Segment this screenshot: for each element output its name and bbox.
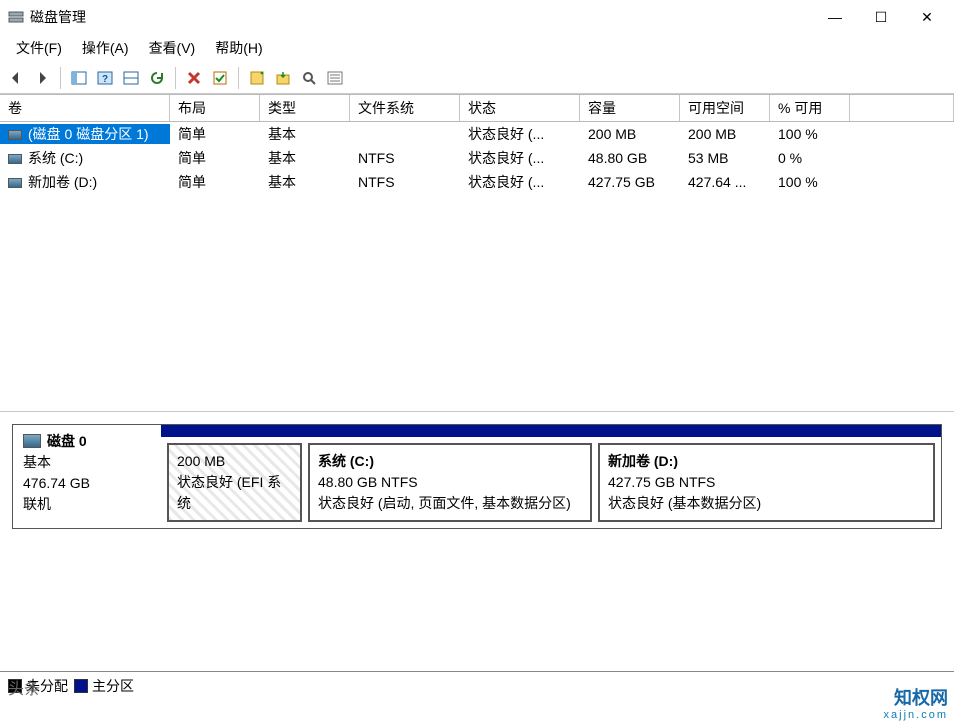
- search-button[interactable]: [297, 66, 321, 90]
- partition-name: 系统 (C:): [318, 451, 582, 472]
- td-type: 基本: [260, 124, 350, 144]
- disk-size: 476.74 GB: [23, 473, 151, 494]
- td-type: 基本: [260, 172, 350, 192]
- commit-button[interactable]: [208, 66, 232, 90]
- td-layout: 简单: [170, 148, 260, 168]
- th-free[interactable]: 可用空间: [680, 95, 770, 121]
- watermark-left: 头条: [8, 675, 40, 699]
- disk-strip: [161, 425, 941, 437]
- th-extra[interactable]: [850, 95, 954, 121]
- volume-table-body: (磁盘 0 磁盘分区 1)简单基本状态良好 (...200 MB200 MB10…: [0, 122, 954, 412]
- th-fs[interactable]: 文件系统: [350, 95, 460, 121]
- td-volume-label: 新加卷 (D:): [28, 174, 97, 190]
- window-title: 磁盘管理: [30, 7, 86, 27]
- minimize-button[interactable]: —: [812, 2, 858, 32]
- disk-label: 磁盘 0 基本 476.74 GB 联机: [13, 425, 161, 528]
- disk-kind: 基本: [23, 452, 151, 473]
- volume-table-header: 卷 布局 类型 文件系统 状态 容量 可用空间 % 可用: [0, 94, 954, 122]
- mount-button[interactable]: [271, 66, 295, 90]
- close-button[interactable]: ✕: [904, 2, 950, 32]
- table-row[interactable]: 系统 (C:) 简单基本NTFS状态良好 (...48.80 GB53 MB0 %: [0, 146, 954, 170]
- help-button[interactable]: ?: [93, 66, 117, 90]
- disk-icon: [23, 434, 41, 448]
- td-free: 53 MB: [680, 150, 770, 166]
- menu-file[interactable]: 文件(F): [6, 34, 72, 62]
- menu-action[interactable]: 操作(A): [72, 34, 139, 62]
- td-volume: 新加卷 (D:): [0, 172, 170, 192]
- properties-button[interactable]: [323, 66, 347, 90]
- volume-icon: [8, 178, 22, 188]
- menu-bar: 文件(F) 操作(A) 查看(V) 帮助(H): [0, 34, 954, 62]
- table-row[interactable]: 新加卷 (D:) 简单基本NTFS状态良好 (...427.75 GB427.64…: [0, 170, 954, 194]
- td-pctfree: 100 %: [770, 174, 850, 190]
- td-layout: 简单: [170, 124, 260, 144]
- disk-graphical-pane: 磁盘 0 基本 476.74 GB 联机 200 MB状态良好 (EFI 系统系…: [0, 412, 954, 672]
- partition-size: 48.80 GB NTFS: [318, 472, 582, 493]
- partition-info: 状态良好 (基本数据分区): [608, 493, 925, 514]
- td-capacity: 48.80 GB: [580, 150, 680, 166]
- partition-info: 状态良好 (EFI 系统: [177, 472, 292, 514]
- td-pctfree: 100 %: [770, 126, 850, 142]
- partition-size: 427.75 GB NTFS: [608, 472, 925, 493]
- toolbar: ?: [0, 62, 954, 94]
- refresh-button[interactable]: [145, 66, 169, 90]
- td-pctfree: 0 %: [770, 150, 850, 166]
- disk-state: 联机: [23, 494, 151, 515]
- disk-partitions: 200 MB状态良好 (EFI 系统系统 (C:)48.80 GB NTFS状态…: [161, 425, 941, 528]
- legend-primary: 主分区: [92, 678, 134, 694]
- show-hide-tree-button[interactable]: [67, 66, 91, 90]
- svg-text:?: ?: [102, 74, 108, 85]
- console-pane-button[interactable]: [119, 66, 143, 90]
- td-type: 基本: [260, 148, 350, 168]
- th-status[interactable]: 状态: [460, 95, 580, 121]
- menu-help[interactable]: 帮助(H): [205, 34, 272, 62]
- td-volume: 系统 (C:): [0, 148, 170, 168]
- th-capacity[interactable]: 容量: [580, 95, 680, 121]
- td-volume-label: 系统 (C:): [28, 150, 83, 166]
- forward-button[interactable]: [30, 66, 54, 90]
- toolbar-separator: [238, 67, 239, 89]
- td-status: 状态良好 (...: [460, 172, 580, 192]
- th-pctfree[interactable]: % 可用: [770, 95, 850, 121]
- volume-icon: [8, 154, 22, 164]
- new-volume-button[interactable]: [245, 66, 269, 90]
- td-status: 状态良好 (...: [460, 148, 580, 168]
- legend-swatch-primary: [74, 679, 88, 693]
- th-volume[interactable]: 卷: [0, 95, 170, 121]
- td-volume: (磁盘 0 磁盘分区 1): [0, 124, 170, 144]
- td-volume-label: (磁盘 0 磁盘分区 1): [28, 126, 149, 142]
- th-layout[interactable]: 布局: [170, 95, 260, 121]
- maximize-button[interactable]: ☐: [858, 2, 904, 32]
- watermark-right: 知权网 xajjn.com: [884, 689, 948, 721]
- app-icon: [8, 9, 24, 25]
- th-type[interactable]: 类型: [260, 95, 350, 121]
- table-row[interactable]: (磁盘 0 磁盘分区 1)简单基本状态良好 (...200 MB200 MB10…: [0, 122, 954, 146]
- watermark-right-sub: xajjn.com: [884, 709, 948, 721]
- partition[interactable]: 200 MB状态良好 (EFI 系统: [167, 443, 302, 522]
- td-fs: NTFS: [350, 150, 460, 166]
- watermark-right-main: 知权网: [884, 689, 948, 709]
- td-layout: 简单: [170, 172, 260, 192]
- td-capacity: 200 MB: [580, 126, 680, 142]
- toolbar-separator: [60, 67, 61, 89]
- legend: 未分配 主分区: [0, 672, 954, 700]
- volume-icon: [8, 130, 22, 140]
- disk-card[interactable]: 磁盘 0 基本 476.74 GB 联机 200 MB状态良好 (EFI 系统系…: [12, 424, 942, 529]
- partition-info: 状态良好 (启动, 页面文件, 基本数据分区): [318, 493, 582, 514]
- td-status: 状态良好 (...: [460, 124, 580, 144]
- td-capacity: 427.75 GB: [580, 174, 680, 190]
- partition-name: 新加卷 (D:): [608, 451, 925, 472]
- toolbar-separator: [175, 67, 176, 89]
- back-button[interactable]: [4, 66, 28, 90]
- td-fs: NTFS: [350, 174, 460, 190]
- disk-name: 磁盘 0: [47, 433, 87, 449]
- td-free: 200 MB: [680, 126, 770, 142]
- delete-button[interactable]: [182, 66, 206, 90]
- td-free: 427.64 ...: [680, 174, 770, 190]
- partition[interactable]: 系统 (C:)48.80 GB NTFS状态良好 (启动, 页面文件, 基本数据…: [308, 443, 592, 522]
- title-bar: 磁盘管理 — ☐ ✕: [0, 0, 954, 34]
- partition[interactable]: 新加卷 (D:)427.75 GB NTFS状态良好 (基本数据分区): [598, 443, 935, 522]
- menu-view[interactable]: 查看(V): [139, 34, 206, 62]
- partition-size: 200 MB: [177, 451, 292, 472]
